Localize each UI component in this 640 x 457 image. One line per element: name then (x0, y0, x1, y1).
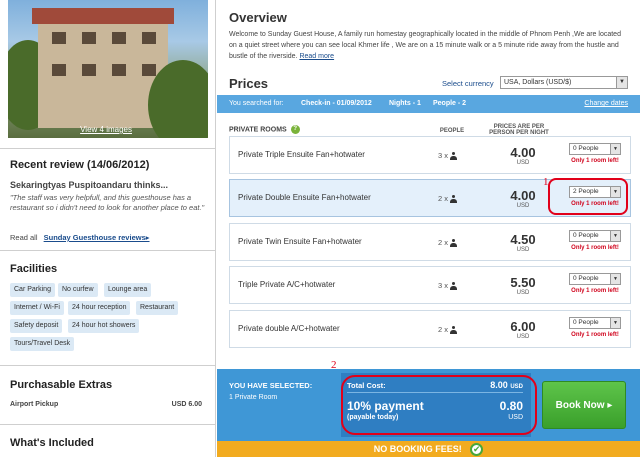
checkin-date: Check-in - 01/09/2012 (301, 100, 372, 107)
selected-count: 1 Private Room (229, 394, 278, 401)
review-quote: "The staff was very helpfull, and this g… (10, 193, 205, 212)
person-icon (450, 195, 458, 204)
search-summary-bar: You searched for: Check-in - 01/09/2012 … (217, 95, 640, 113)
book-now-button[interactable]: Book Now ▸ (542, 381, 626, 429)
room-name: Private Double Ensuite Fan+hotwater (238, 193, 371, 202)
chevron-down-icon[interactable]: ▼ (616, 77, 627, 88)
facility-tag: Restaurant (136, 301, 179, 315)
annotation-circle (341, 375, 537, 435)
facility-tag: Internet / Wi-Fi (10, 301, 64, 315)
overview-body: Welcome to Sunday Guest House, A family … (229, 31, 621, 60)
private-rooms-text: PRIVATE ROOMS (229, 126, 287, 134)
room-people: 3 x (438, 281, 458, 291)
view-images-link[interactable]: View 4 images (80, 125, 132, 134)
facilities-heading: Facilities (10, 263, 58, 275)
people-count: People - 2 (433, 100, 467, 107)
checkmark-icon: ✔ (470, 443, 484, 457)
facility-tag: 24 hour hot showers (68, 319, 140, 333)
room-price-unit: USD (516, 247, 530, 253)
chevron-down-icon[interactable]: ▼ (610, 274, 620, 284)
read-all-label: Read all (10, 233, 38, 242)
nights-count: Nights - 1 (389, 100, 421, 107)
room-name: Private double A/C+hotwater (238, 324, 340, 333)
left-sidebar: View 4 images Recent review (14/06/2012)… (0, 0, 216, 457)
extra-item-price: USD 6.00 (171, 401, 202, 408)
extra-item-name: Airport Pickup (10, 401, 59, 408)
facility-tag: Car Parking (10, 283, 55, 297)
read-all-reviews: Read all Sunday Guesthouse reviews▸ (10, 233, 150, 242)
divider (0, 148, 216, 149)
availability-note: Only 1 room left! (571, 332, 619, 338)
chevron-down-icon[interactable]: ▼ (610, 144, 620, 154)
person-icon (450, 326, 458, 335)
availability-note: Only 1 room left! (571, 288, 619, 294)
facility-tag: No curfew (58, 283, 98, 297)
room-price: 4.00 (510, 145, 536, 160)
people-select[interactable]: 0 People ▼ (569, 317, 621, 329)
currency-select[interactable]: USA, Dollars (USD/$) ▼ (500, 76, 628, 89)
facility-tag: 24 hour reception (68, 301, 131, 315)
room-people: 3 x (438, 151, 458, 161)
extra-item: Airport Pickup USD 6.00 (10, 401, 206, 408)
room-row: Private Twin Ensuite Fan+hotwater 2 x 4.… (229, 223, 631, 261)
room-price: 4.00 (510, 188, 536, 203)
recent-review-heading: Recent review (14/06/2012) (10, 159, 150, 171)
availability-note: Only 1 room left! (571, 158, 619, 164)
reviews-link[interactable]: Sunday Guesthouse reviews▸ (44, 233, 150, 242)
people-col-header: PEOPLE (439, 128, 465, 134)
private-rooms-label: PRIVATE ROOMS ? (229, 125, 300, 134)
facility-tag: Safety deposit (10, 319, 63, 333)
room-price-unit: USD (516, 203, 530, 209)
included-heading: What's Included (10, 437, 94, 449)
room-price: 5.50 (510, 275, 536, 290)
room-price-unit: USD (516, 160, 530, 166)
chevron-down-icon[interactable]: ▼ (610, 318, 620, 328)
read-more-link[interactable]: Read more (299, 53, 334, 60)
change-dates-link[interactable]: Change dates (584, 95, 628, 113)
people-select[interactable]: 0 People ▼ (569, 273, 621, 285)
currency-label: Select currency (442, 79, 494, 88)
you-selected-label: YOU HAVE SELECTED: (229, 381, 313, 390)
divider (0, 424, 216, 425)
no-booking-fees-bar: NO BOOKING FEES! ✔ (217, 441, 640, 457)
room-price-unit: USD (516, 334, 530, 340)
room-row: Triple Private A/C+hotwater 3 x 5.50 USD… (229, 266, 631, 304)
divider (0, 250, 216, 251)
no-fees-text: NO BOOKING FEES! (373, 444, 462, 454)
room-name: Private Twin Ensuite Fan+hotwater (238, 237, 362, 246)
price-col-header: PRICES ARE PER PERSON PER NIGHT (489, 124, 549, 136)
person-icon (450, 239, 458, 248)
divider (0, 365, 216, 366)
room-people: 2 x (438, 238, 458, 248)
overview-text: Welcome to Sunday Guest House, A family … (229, 29, 629, 62)
person-icon (450, 152, 458, 161)
booking-bar: YOU HAVE SELECTED: 1 Private Room Total … (217, 359, 640, 441)
searched-for-label: You searched for: (229, 100, 284, 107)
people-select[interactable]: 0 People ▼ (569, 230, 621, 242)
room-name: Private Triple Ensuite Fan+hotwater (238, 150, 365, 159)
room-name: Triple Private A/C+hotwater (238, 280, 336, 289)
room-people: 2 x (438, 325, 458, 335)
review-author: Sekaringtyas Puspitoandaru thinks... (10, 180, 169, 190)
room-people: 2 x (438, 194, 458, 204)
chevron-down-icon[interactable]: ▼ (610, 231, 620, 241)
facility-tag: Tours/Travel Desk (10, 337, 75, 351)
prices-title: Prices (229, 76, 269, 91)
room-price: 4.50 (510, 232, 536, 247)
overview-title: Overview (229, 10, 287, 25)
room-row: Private Triple Ensuite Fan+hotwater 3 x … (229, 136, 631, 174)
hotel-photo[interactable]: View 4 images (8, 0, 208, 138)
currency-value: USA, Dollars (USD/$) (504, 79, 572, 86)
people-select[interactable]: 0 People ▼ (569, 143, 621, 155)
help-icon[interactable]: ? (290, 125, 300, 134)
annotation-circle (548, 178, 628, 215)
annotation-number: 2 (331, 359, 337, 371)
extras-heading: Purchasable Extras (10, 379, 113, 391)
room-price: 6.00 (510, 319, 536, 334)
room-row: Private double A/C+hotwater 2 x 6.00 USD… (229, 310, 631, 348)
availability-note: Only 1 room left! (571, 245, 619, 251)
facility-tag: Lounge area (104, 283, 152, 297)
person-icon (450, 282, 458, 291)
room-price-unit: USD (516, 290, 530, 296)
